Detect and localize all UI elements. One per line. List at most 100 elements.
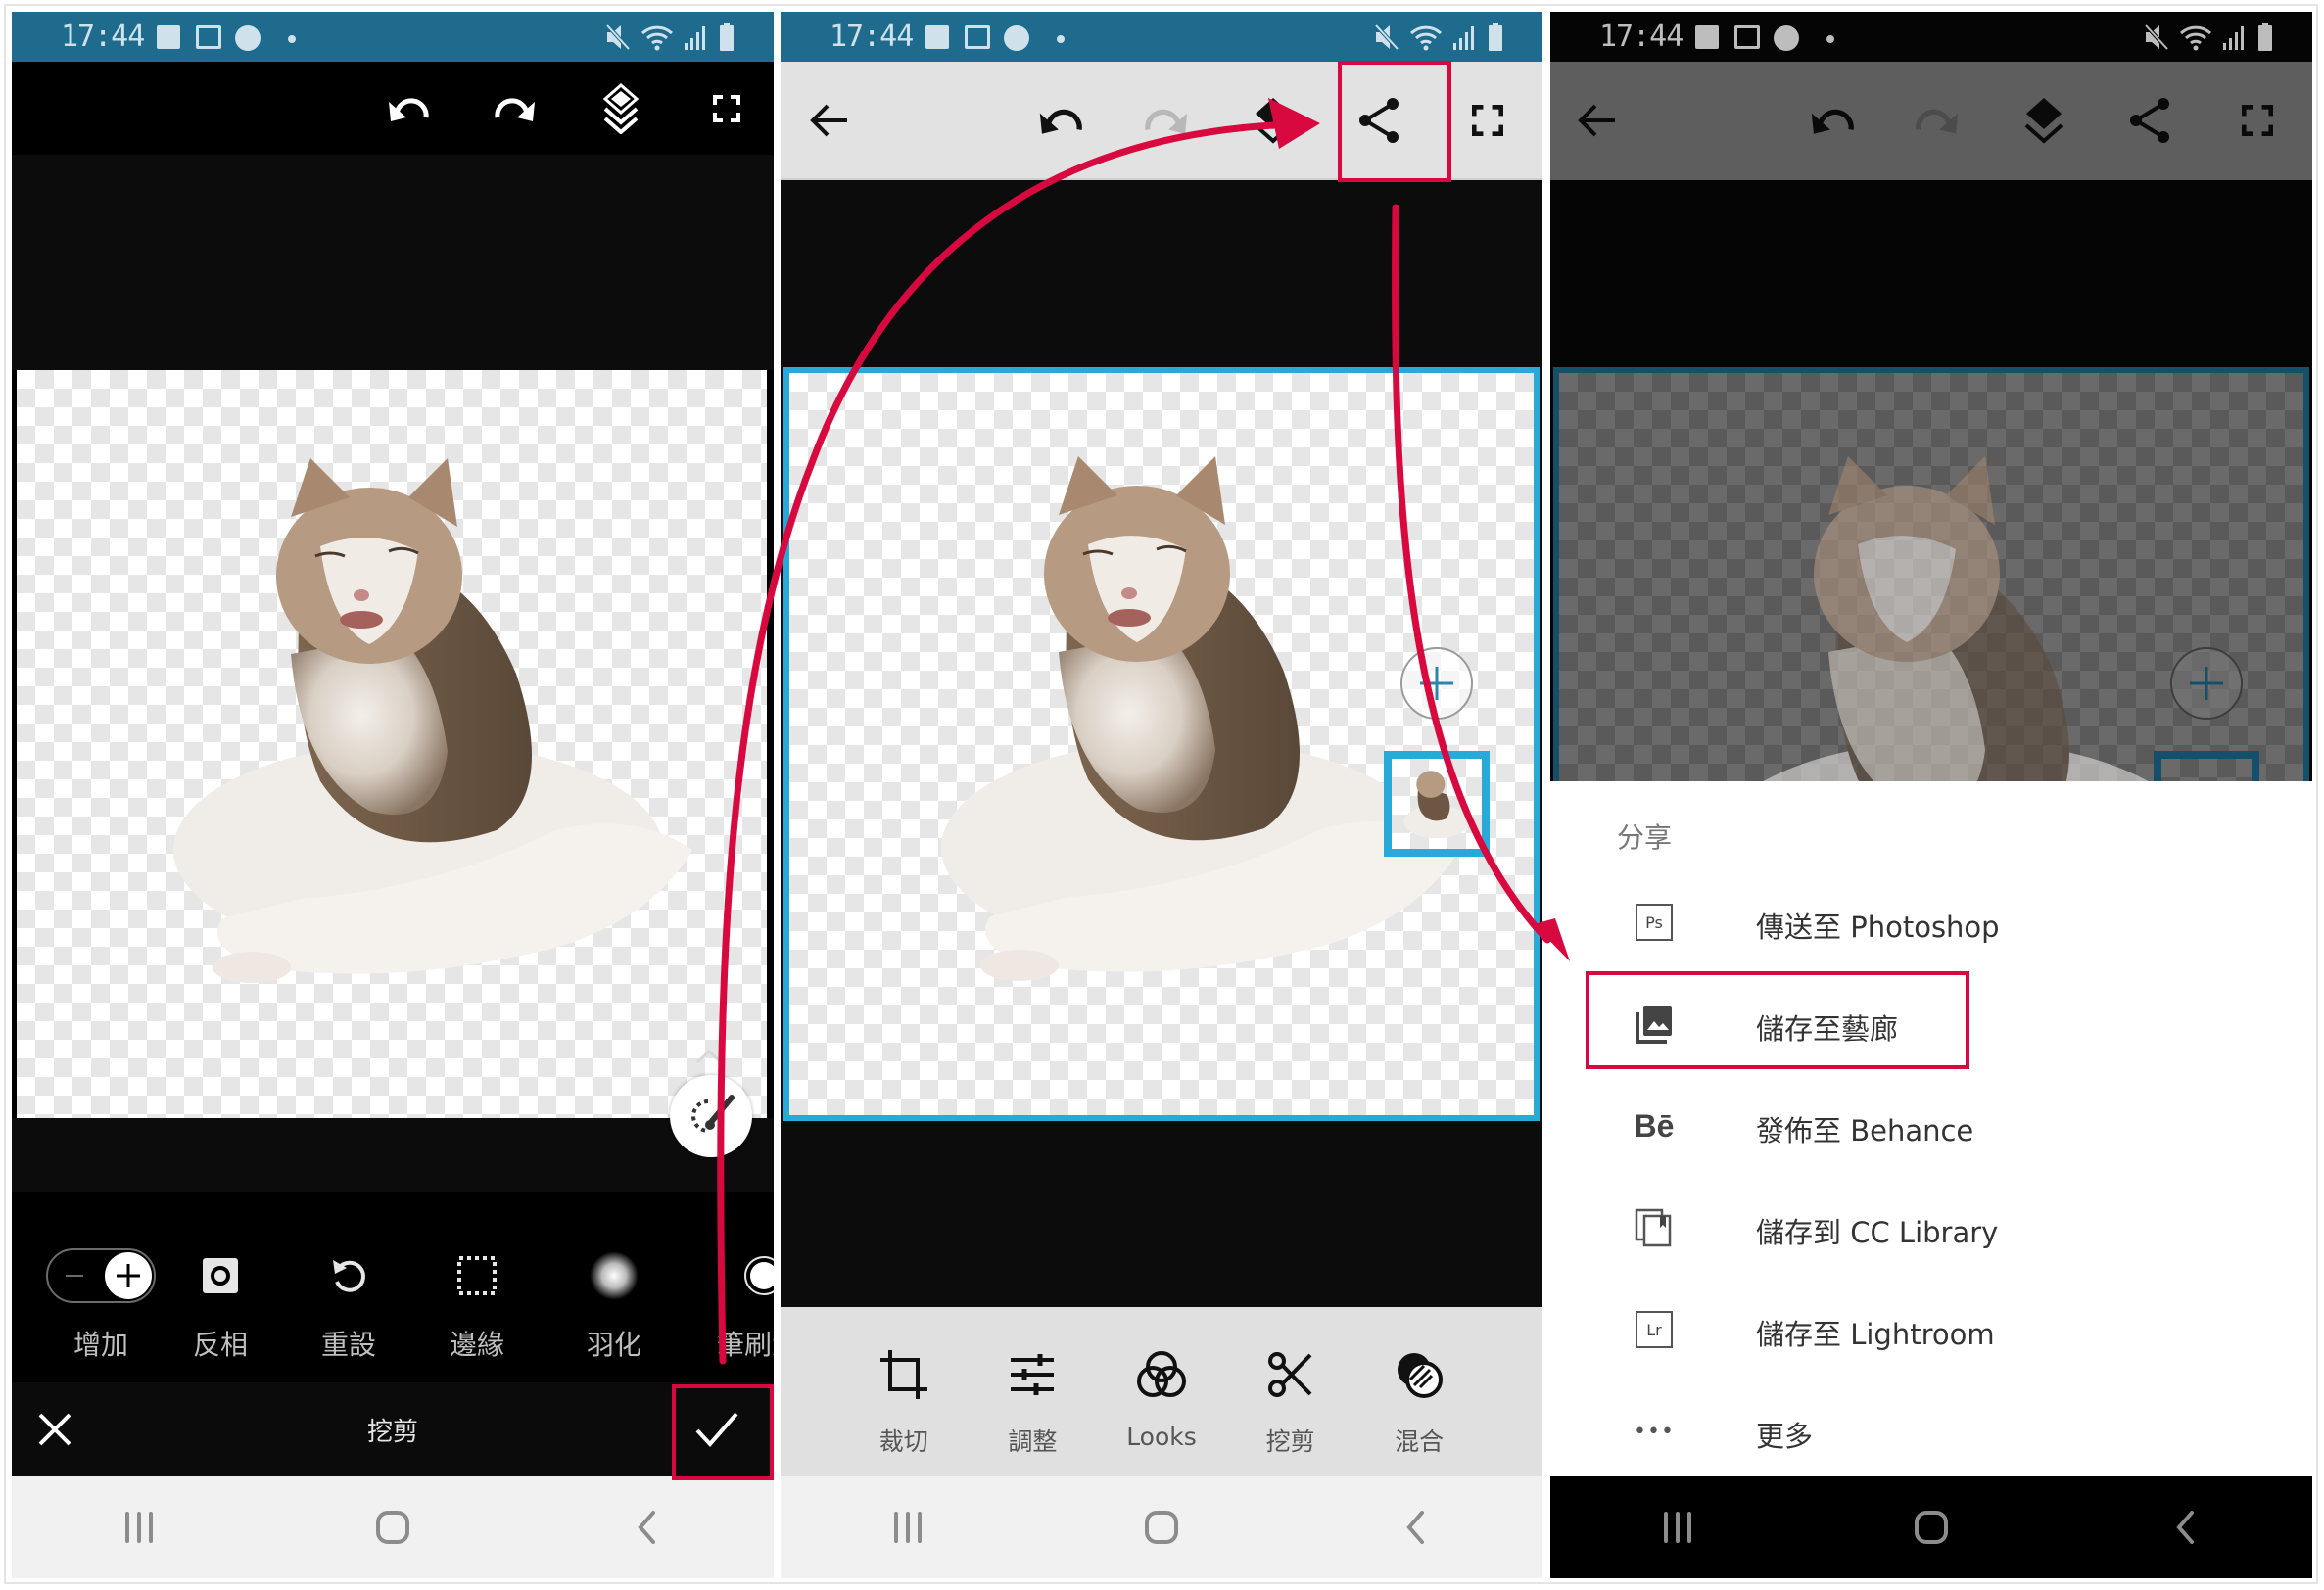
layers-button[interactable]: [1244, 91, 1303, 150]
tool-cutout[interactable]: 挖剪: [1232, 1307, 1350, 1476]
battery-icon: [2258, 23, 2272, 51]
tool-label: 調整: [1008, 1427, 1058, 1456]
status-bar: 17:44: [781, 12, 1542, 62]
gmail-icon: [965, 25, 990, 49]
back-button[interactable]: [588, 1488, 705, 1567]
add-layer-button[interactable]: [1400, 647, 1473, 720]
plus-icon: [2190, 667, 2223, 700]
adjust-icon: [1011, 1354, 1055, 1395]
redo-button[interactable]: [486, 79, 545, 138]
layers-icon: [1254, 98, 1293, 144]
share-button[interactable]: [1351, 91, 1409, 150]
back-button[interactable]: [2126, 1488, 2244, 1567]
share-button[interactable]: [2121, 91, 2180, 150]
undo-button[interactable]: [1803, 91, 1862, 150]
wifi-icon: [2179, 25, 2212, 51]
tool-label: Looks: [1126, 1423, 1197, 1451]
undo-button[interactable]: [379, 79, 438, 138]
more-icon: •••: [1634, 1419, 1675, 1444]
layer-thumbnail[interactable]: [1384, 751, 1490, 857]
share-item-lightroom[interactable]: Lr 儲存至 Lightroom: [1550, 1281, 2312, 1379]
image-canvas[interactable]: [17, 370, 767, 1118]
fullscreen-button[interactable]: [1458, 91, 1517, 150]
tool-looks[interactable]: Looks: [1103, 1307, 1220, 1476]
cutout-action-bar: 挖剪: [12, 1382, 774, 1476]
home-button[interactable]: [1103, 1488, 1220, 1567]
screen-share-sheet: 17:44 分享 Ps 傳送至 Photoshop 儲存至藝廊 Bē 發佈至 B…: [1550, 12, 2312, 1578]
fullscreen-button[interactable]: [2228, 91, 2287, 150]
layers-icon: [2024, 98, 2063, 144]
tool-adjust[interactable]: 調整: [973, 1307, 1091, 1476]
wifi-icon: [640, 25, 674, 51]
tool-feather[interactable]: 羽化: [555, 1192, 673, 1382]
back-arrow-button[interactable]: [1568, 91, 1627, 150]
undo-icon: [389, 98, 429, 121]
confirm-button[interactable]: [688, 1400, 746, 1459]
cat-cutout: [941, 456, 1460, 981]
layers-button[interactable]: [2015, 91, 2073, 150]
undo-button[interactable]: [1031, 91, 1090, 150]
screen-cutout-editor: 17:44 增加 反相 重設 邊緣 羽化 筆刷 挖剪: [12, 12, 774, 1578]
recents-button[interactable]: [849, 1488, 967, 1567]
plus-icon: [1420, 667, 1453, 700]
battery-icon: [720, 23, 734, 51]
brush-select-button[interactable]: [670, 1075, 752, 1157]
share-item-save-gallery[interactable]: 儲存至藝廊: [1550, 975, 2312, 1073]
status-bar: 17:44: [1550, 12, 2312, 62]
photoshop-icon: Ps: [1636, 904, 1673, 941]
fullscreen-button[interactable]: [697, 79, 756, 138]
home-button[interactable]: [1873, 1488, 1990, 1567]
share-item-label: 儲存至藝廊: [1756, 1012, 1899, 1046]
dot-icon: [288, 35, 296, 43]
lightroom-icon: Lr: [1636, 1311, 1673, 1348]
reset-icon: [333, 1260, 365, 1292]
brush-size-icon: [744, 1256, 774, 1295]
cat-cutout: [173, 458, 692, 983]
looks-icon: [1136, 1351, 1186, 1397]
top-toolbar-dimmed: [1550, 62, 2312, 180]
tool-label: 羽化: [586, 1329, 641, 1361]
mute-icon: [605, 23, 631, 51]
status-time: 17:44: [1599, 20, 1684, 54]
share-item-photoshop[interactable]: Ps 傳送至 Photoshop: [1550, 873, 2312, 971]
tool-invert[interactable]: 反相: [162, 1192, 279, 1382]
tool-label: 混合: [1395, 1427, 1445, 1456]
tool-reset[interactable]: 重設: [290, 1192, 407, 1382]
signal-icon: [1453, 26, 1474, 50]
tool-label: 增加: [72, 1329, 128, 1361]
chevron-up-icon[interactable]: [694, 1048, 724, 1065]
recents-icon: [124, 1512, 153, 1543]
add-subtract-toggle[interactable]: [46, 1248, 156, 1303]
system-nav-bar: [12, 1476, 774, 1578]
share-icon: [1359, 98, 1399, 143]
tool-blend[interactable]: 混合: [1360, 1307, 1478, 1476]
mute-icon: [1374, 23, 1399, 51]
cutout-icon: [1267, 1352, 1312, 1397]
share-item-cc-library[interactable]: 儲存到 CC Library: [1550, 1179, 2312, 1277]
home-button[interactable]: [334, 1488, 451, 1567]
tool-brush-size[interactable]: 筆刷大小: [697, 1192, 774, 1382]
gmail-icon: [1734, 25, 1760, 49]
status-time: 17:44: [830, 20, 914, 54]
back-arrow-button[interactable]: [800, 91, 859, 150]
image-canvas[interactable]: [783, 367, 1540, 1121]
tool-edge[interactable]: 邊緣: [418, 1192, 536, 1382]
recents-icon: [1663, 1512, 1691, 1543]
back-icon: [638, 1511, 656, 1544]
redo-button[interactable]: [1908, 91, 1967, 150]
recents-button[interactable]: [1619, 1488, 1736, 1567]
plus-icon: [117, 1264, 140, 1287]
line-icon: [1004, 25, 1029, 51]
share-item-behance[interactable]: Bē 發佈至 Behance: [1550, 1077, 2312, 1175]
canvas-backdrop-bottom: [12, 1118, 774, 1192]
redo-button[interactable]: [1137, 91, 1196, 150]
tool-crop[interactable]: 裁切: [845, 1307, 963, 1476]
cutout-tool-row: 增加 反相 重設 邊緣 羽化 筆刷大小: [12, 1192, 774, 1382]
top-toolbar: [12, 62, 774, 155]
recents-button[interactable]: [80, 1488, 198, 1567]
tool-add[interactable]: 增加: [42, 1192, 160, 1382]
back-button[interactable]: [1356, 1488, 1474, 1567]
gallery-save-icon: [1636, 1006, 1672, 1044]
layers-button[interactable]: [592, 79, 650, 138]
share-item-more[interactable]: ••• 更多: [1550, 1382, 2312, 1480]
